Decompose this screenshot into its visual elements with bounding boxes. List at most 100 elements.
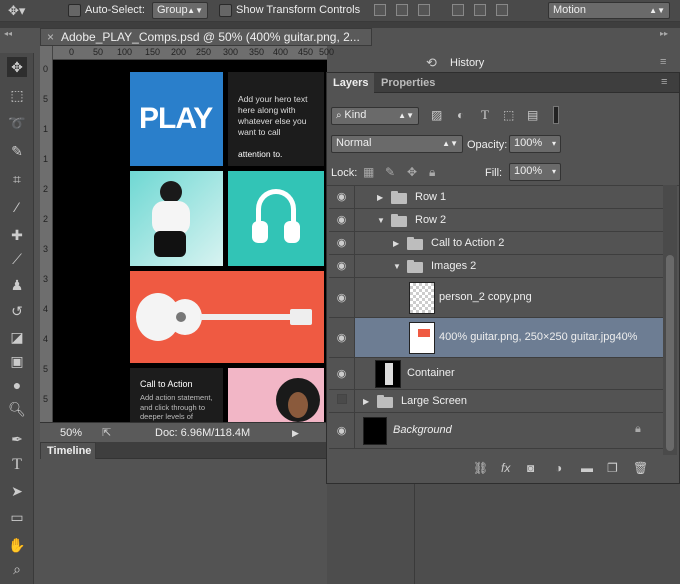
visibility-eye-icon[interactable]: ◉ [329, 186, 355, 208]
hand-tool-icon[interactable]: ✋ [7, 535, 27, 555]
layer-row-guitar-selected[interactable]: ◉ 400% guitar.png, 250×250 guitar.jpg40% [329, 318, 663, 358]
transform-controls-checkbox[interactable] [219, 4, 232, 17]
lock-position-icon[interactable]: ✥ [407, 165, 417, 179]
panel-menu-icon[interactable]: ≡ [661, 76, 667, 88]
link-layers-icon[interactable]: ⛓ [473, 461, 488, 475]
layers-panel: Layers Properties ≡ ⌕ Kind ▲▼ ▨ ◐ T ⬚ ▤ N… [326, 72, 680, 484]
align-top-icon[interactable] [374, 4, 386, 16]
workspace-dropdown[interactable]: Motion ▲▼ [548, 2, 670, 19]
layer-row-large-screen[interactable]: ▶ Large Screen [329, 390, 663, 413]
expand-arrow-icon[interactable]: ▶ [393, 239, 399, 248]
visibility-eye-icon[interactable]: ◉ [329, 413, 355, 448]
lock-pixels-icon[interactable]: ✎ [385, 165, 395, 179]
shape-tool-icon[interactable]: ▭ [7, 507, 27, 527]
visibility-eye-icon[interactable]: ◉ [329, 358, 355, 389]
fx-icon[interactable]: fx [501, 461, 510, 475]
ruler-tick: 300 [223, 47, 239, 57]
pen-tool-icon[interactable]: ✒ [7, 429, 27, 449]
expand-arrow-icon[interactable]: ▶ [363, 397, 369, 406]
align-left-icon[interactable] [452, 4, 464, 16]
filter-adjustment-icon[interactable]: ◐ [457, 108, 464, 122]
history-icon[interactable]: ⟲ [426, 55, 437, 71]
align-right-icon[interactable] [496, 4, 508, 16]
layer-row-container[interactable]: ◉ Container [329, 358, 663, 390]
timeline-tab[interactable]: Timeline [40, 442, 96, 459]
panel-collapse-icon[interactable]: ◂◂ [4, 29, 12, 38]
visibility-eye-icon[interactable]: ◉ [329, 318, 355, 357]
gradient-tool-icon[interactable]: ▣ [7, 351, 27, 371]
auto-select-dropdown[interactable]: Group ▲▼ [152, 2, 208, 19]
zoom-tool-icon[interactable]: ⌕ [7, 559, 27, 579]
lasso-tool-icon[interactable]: ➰ [7, 113, 27, 133]
layer-row-call-to-action-2[interactable]: ◉ ▶ Call to Action 2 [329, 232, 663, 255]
expand-arrow-icon[interactable]: ▶ [377, 193, 383, 202]
visibility-eye-icon[interactable]: ◉ [329, 209, 355, 231]
document-tab[interactable]: × Adobe_PLAY_Comps.psd @ 50% (400% guita… [40, 28, 372, 46]
align-vcenter-icon[interactable] [396, 4, 408, 16]
collapse-arrow-icon[interactable]: ▼ [377, 216, 385, 225]
align-bottom-icon[interactable] [418, 4, 430, 16]
layer-row-row-2[interactable]: ◉ ▼ Row 2 [329, 209, 663, 232]
blend-mode-dropdown[interactable]: Normal ▲▼ [331, 135, 463, 153]
quick-select-tool-icon[interactable]: ✎ [7, 141, 27, 161]
new-group-icon[interactable]: ▬ [581, 461, 593, 475]
visibility-toggle-off[interactable] [329, 390, 355, 412]
status-arrow-icon[interactable]: ▶ [292, 423, 299, 443]
ruler-tick: 0 [43, 64, 49, 74]
filter-pixel-icon[interactable]: ▨ [431, 108, 442, 122]
marquee-tool-icon[interactable]: ⬚ [7, 85, 27, 105]
tab-layers[interactable]: Layers [327, 73, 375, 93]
lock-all-icon[interactable]: 🔒︎ [429, 165, 435, 180]
history-label[interactable]: History [450, 57, 484, 69]
panel-menu-icon[interactable]: ≡ [660, 56, 666, 68]
filter-shape-icon[interactable]: ⬚ [503, 108, 514, 122]
new-layer-icon[interactable]: ❐ [607, 461, 618, 475]
layer-row-row-1[interactable]: ◉ ▶ Row 1 [329, 186, 663, 209]
thumbnail-accent [385, 363, 393, 385]
layer-row-background[interactable]: ◉ Background 🔒︎ [329, 413, 663, 449]
close-icon[interactable]: × [47, 29, 54, 45]
ruler-tick: 3 [43, 274, 49, 284]
fill-input[interactable]: 100% ▾ [509, 163, 561, 181]
document-canvas[interactable]: PLAY Add your hero text here along with … [53, 60, 327, 422]
lower-dock [327, 484, 680, 584]
lock-transparent-icon[interactable]: ▦ [363, 165, 374, 179]
visibility-eye-icon[interactable]: ◉ [329, 278, 355, 317]
visibility-eye-icon[interactable]: ◉ [329, 232, 355, 254]
blur-tool-icon[interactable]: ● [7, 375, 27, 395]
path-select-tool-icon[interactable]: ➤ [7, 481, 27, 501]
zoom-level[interactable]: 50% [60, 423, 82, 443]
trash-icon[interactable]: 🗑︎ [633, 461, 648, 475]
filter-smart-object-icon[interactable]: ▤ [527, 108, 538, 122]
scrollbar-thumb[interactable] [666, 255, 674, 451]
filter-type-icon[interactable]: T [481, 107, 489, 123]
type-tool-icon[interactable]: T [7, 455, 27, 475]
crop-tool-icon[interactable]: ⌗ [7, 169, 27, 189]
healing-brush-icon[interactable]: ✚ [7, 225, 27, 245]
brush-tool-icon[interactable]: ⟋ [7, 249, 27, 269]
auto-select-checkbox[interactable] [68, 4, 81, 17]
history-brush-icon[interactable]: ↺ [7, 301, 27, 321]
align-hcenter-icon[interactable] [474, 4, 486, 16]
opacity-input[interactable]: 100% ▾ [509, 135, 561, 153]
panel-collapse-icon[interactable]: ▸▸ [660, 29, 668, 38]
move-tool-icon[interactable]: ✥ [7, 57, 27, 77]
filter-toggle[interactable] [553, 106, 559, 124]
layer-row-images-2[interactable]: ◉ ▼ Images 2 [329, 255, 663, 278]
add-mask-icon[interactable]: ◙ [527, 461, 534, 475]
tab-properties[interactable]: Properties [375, 73, 441, 93]
visibility-eye-icon[interactable]: ◉ [329, 255, 355, 277]
lock-icon: 🔒︎ [635, 423, 641, 435]
collapse-arrow-icon[interactable]: ▼ [393, 262, 401, 271]
layers-scrollbar[interactable] [663, 185, 677, 455]
dodge-tool-icon[interactable]: 🔍︎ [7, 399, 27, 419]
share-icon[interactable]: ⇱ [102, 423, 111, 443]
eyedropper-tool-icon[interactable]: ⁄ [7, 197, 27, 217]
clone-stamp-icon[interactable]: ♟ [7, 275, 27, 295]
adjustment-layer-icon[interactable]: ◑ [555, 461, 562, 475]
eraser-tool-icon[interactable]: ◪ [7, 327, 27, 347]
dropdown-arrow-icon: ▾ [551, 167, 556, 176]
layer-row-person-2-copy[interactable]: ◉ person_2 copy.png [329, 278, 663, 318]
layer-filter-dropdown[interactable]: ⌕ Kind ▲▼ [331, 107, 419, 125]
move-tool-icon[interactable]: ✥▾ [8, 3, 25, 19]
